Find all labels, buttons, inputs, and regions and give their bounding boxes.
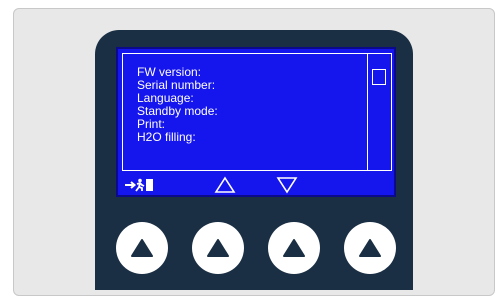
- scrollbar[interactable]: [368, 53, 392, 171]
- menu-box: FW version: Serial number: Language: Sta…: [122, 53, 368, 171]
- hw-button-2[interactable]: [192, 222, 244, 274]
- up-triangle-icon: [359, 239, 381, 257]
- up-triangle-icon: [283, 239, 305, 257]
- scroll-thumb[interactable]: [372, 69, 386, 85]
- menu-item-h2o-filling[interactable]: H2O filling:: [137, 131, 218, 144]
- up-triangle-icon: [207, 239, 229, 257]
- down-arrow-outline-icon: [276, 177, 298, 194]
- softkey-down[interactable]: [272, 175, 302, 195]
- menu-list: FW version: Serial number: Language: Sta…: [137, 66, 218, 144]
- hw-button-4[interactable]: [344, 222, 396, 274]
- hw-button-3[interactable]: [268, 222, 320, 274]
- hw-button-1[interactable]: [116, 222, 168, 274]
- softkey-up[interactable]: [210, 175, 240, 195]
- lcd-screen: FW version: Serial number: Language: Sta…: [116, 47, 396, 197]
- up-arrow-outline-icon: [214, 176, 236, 193]
- softkey-exit[interactable]: [122, 175, 162, 195]
- softkey-bar: [118, 175, 394, 195]
- up-triangle-icon: [131, 239, 153, 257]
- exit-icon: [125, 178, 153, 192]
